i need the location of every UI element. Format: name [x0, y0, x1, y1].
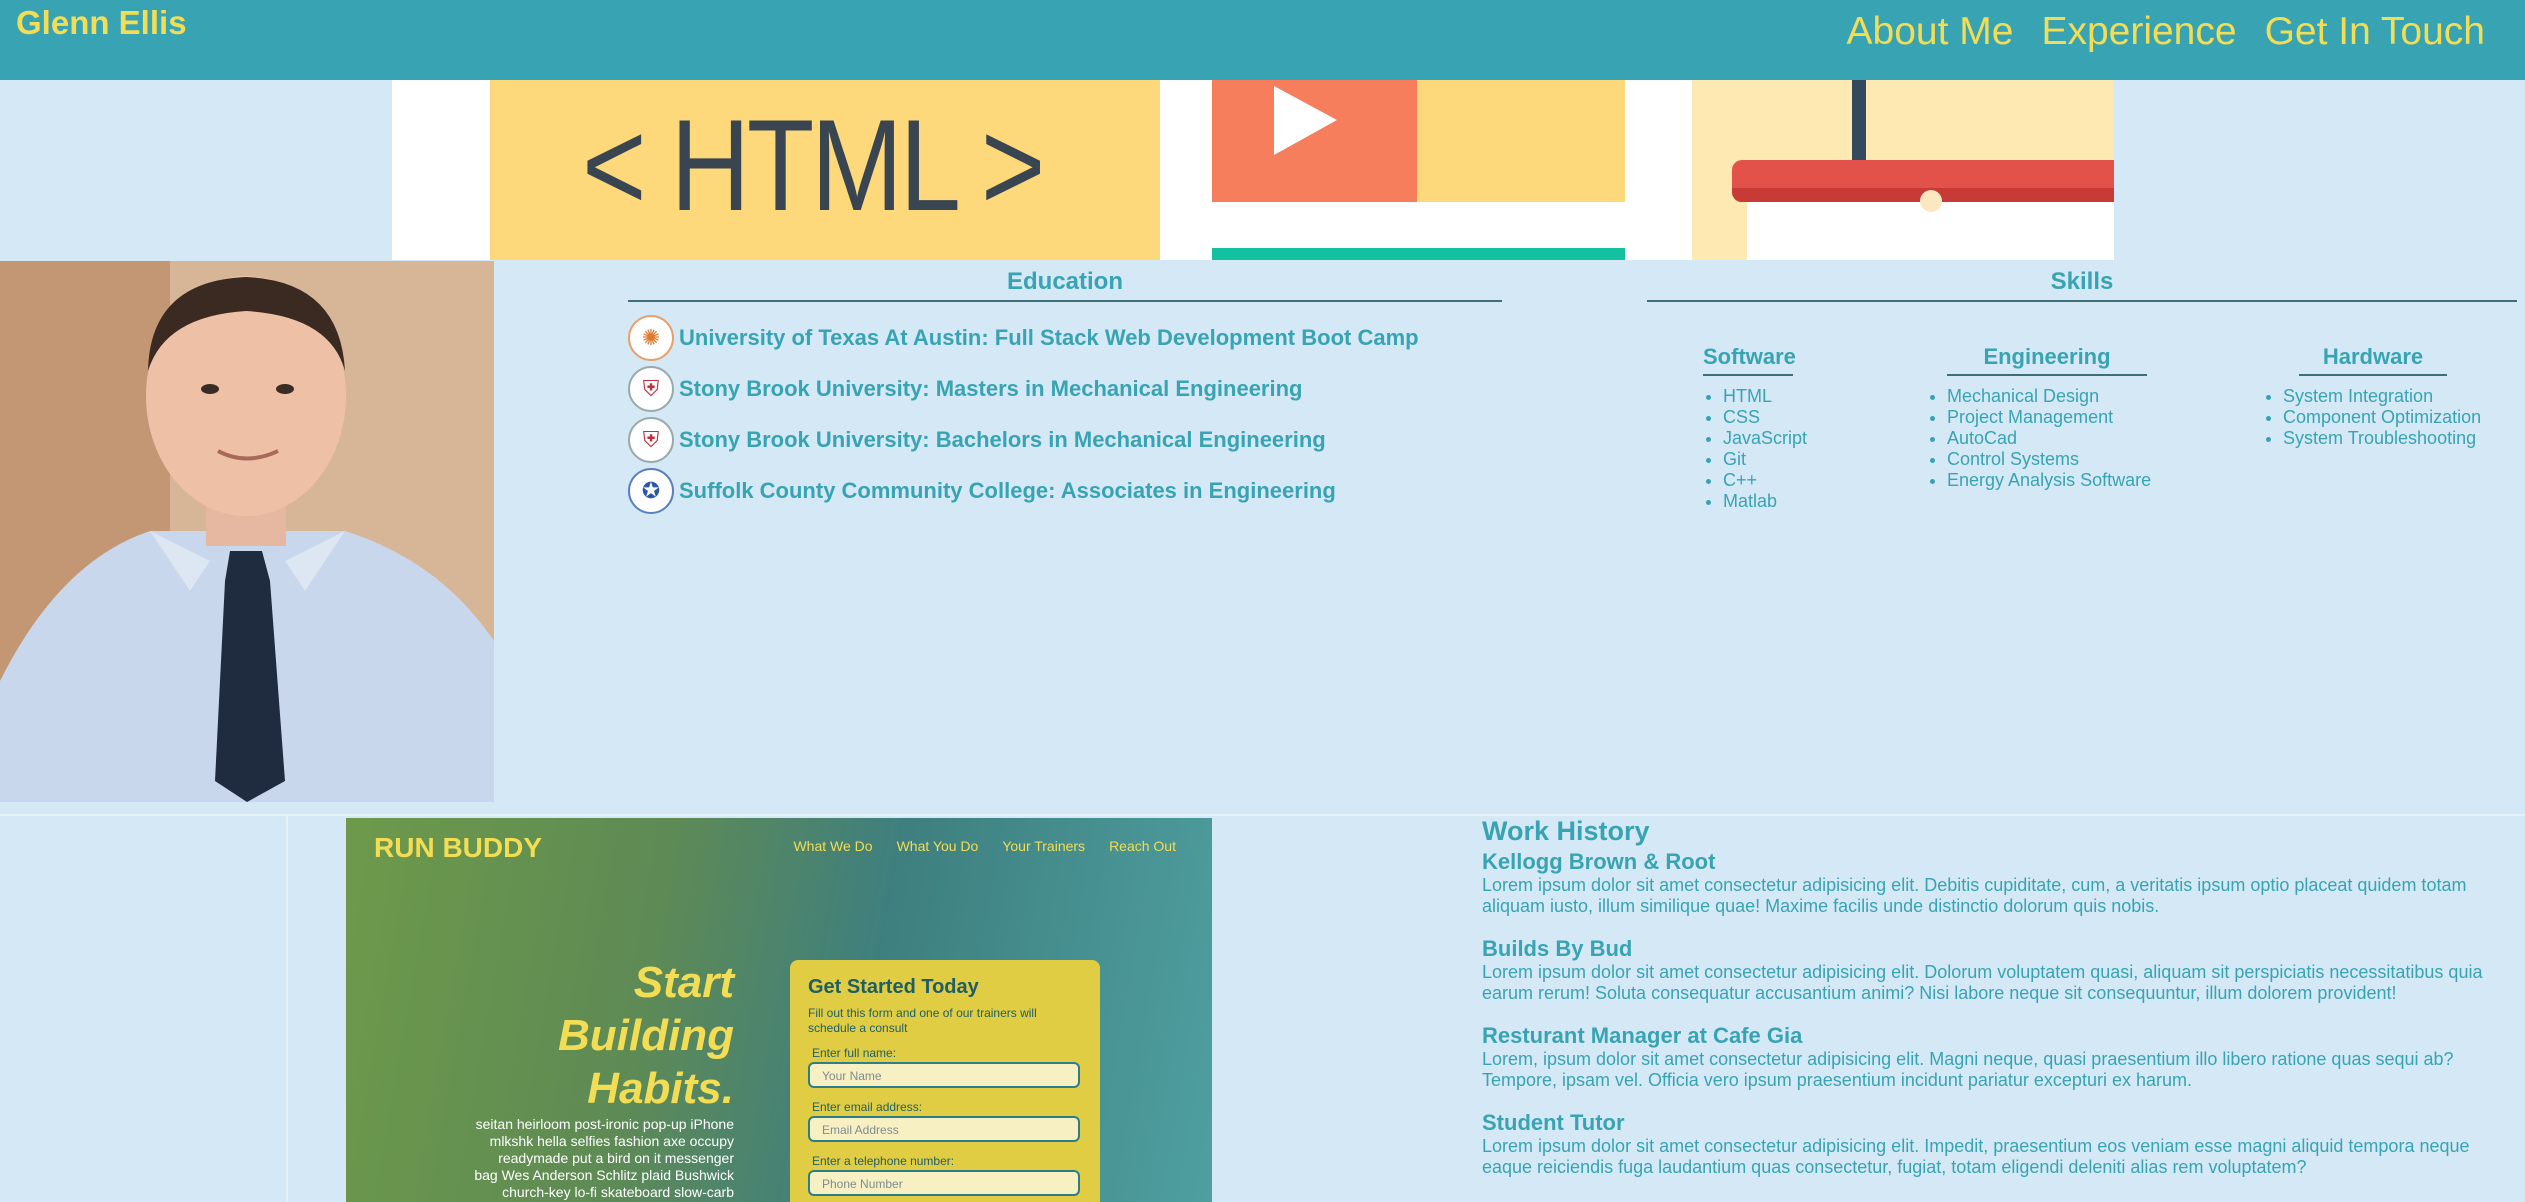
person-portrait-image: [0, 261, 494, 802]
job-entry: Kellogg Brown & Root Lorem ipsum dolor s…: [1482, 849, 2502, 917]
skill-item: Energy Analysis Software: [1947, 470, 2167, 491]
education-section: Education ✺ University of Texas At Austi…: [628, 268, 1502, 516]
skills-column-software: Software HTML CSS JavaScript Git C++ Mat…: [1703, 344, 1807, 512]
skill-item: Control Systems: [1947, 449, 2167, 470]
banner-play-panel: [1212, 80, 1417, 202]
stony-brook-seal-icon: ⛨: [628, 416, 674, 463]
project-form-label: Enter full name:: [812, 1046, 897, 1060]
skills-column-title: Engineering: [1947, 344, 2147, 376]
project-hero-line: Building: [558, 1011, 734, 1060]
project-title: RUN BUDDY: [374, 832, 542, 863]
skills-column-title: Software: [1703, 344, 1796, 376]
skill-item: Matlab: [1723, 491, 1793, 512]
project-nav-item: What We Do: [793, 838, 873, 854]
project-hero-text-line: bag Wes Anderson Schlitz plaid Bushwick: [474, 1167, 734, 1183]
project-nav-item: Your Trainers: [1002, 838, 1086, 854]
ut-austin-seal-icon: ✺: [628, 314, 674, 361]
education-item-label: University of Texas At Austin: Full Stac…: [679, 324, 1419, 350]
banner-knob: [1920, 190, 1942, 212]
project-hero-text-line: mlkshk hella selfies fashion axe occupy: [489, 1133, 734, 1149]
job-title: Builds By Bud: [1482, 936, 1633, 961]
nav-get-in-touch[interactable]: Get In Touch: [2265, 10, 2485, 54]
skill-item: JavaScript: [1723, 428, 1807, 449]
project-nav: What We Do What You Do Your Trainers Rea…: [793, 838, 1176, 854]
skills-column-engineering: Engineering Mechanical Design Project Ma…: [1927, 344, 2167, 491]
project-form-subtext: Fill out this form and one of our traine…: [808, 1006, 1037, 1035]
job-description: Lorem ipsum dolor sit amet consectetur a…: [1482, 962, 2483, 1003]
education-title: Education: [628, 268, 1502, 302]
banner-html-text: < HTML >: [582, 92, 1045, 238]
project-nav-item: What You Do: [896, 838, 979, 854]
skills-list: System Integration Component Optimizatio…: [2263, 386, 2483, 449]
site-header: Glenn Ellis About Me Experience Get In T…: [0, 0, 2525, 80]
banner-yellow-panel-2: [1417, 80, 1625, 202]
job-title: Kellogg Brown & Root: [1482, 849, 1716, 874]
site-brand[interactable]: Glenn Ellis: [16, 4, 187, 42]
suffolk-seal-icon: ✪: [628, 467, 674, 514]
project-hero-heading: Start Building Habits.: [496, 956, 734, 1115]
skill-item: HTML: [1723, 386, 1793, 407]
job-entry: Resturant Manager at Cafe Gia Lorem, ips…: [1482, 1023, 2502, 1091]
education-item: ⛨ Stony Brook University: Masters in Mec…: [628, 363, 1502, 414]
main-nav: About Me Experience Get In Touch: [1847, 10, 2486, 54]
education-item: ⛨ Stony Brook University: Bachelors in M…: [628, 414, 1502, 465]
education-item: ✪ Suffolk County Community College: Asso…: [628, 465, 1502, 516]
hero-banner-image: < HTML >: [392, 80, 2114, 260]
project-hero-text-line: readymade put a bird on it messenger: [498, 1150, 734, 1166]
job-entry: Builds By Bud Lorem ipsum dolor sit amet…: [1482, 936, 2502, 1004]
skills-list: HTML CSS JavaScript Git C++ Matlab: [1703, 386, 1807, 512]
banner-green-bar: [1212, 248, 1625, 260]
job-description: Lorem, ipsum dolor sit amet consectetur …: [1482, 1049, 2454, 1090]
job-description: Lorem ipsum dolor sit amet consectetur a…: [1482, 1136, 2470, 1177]
nav-experience[interactable]: Experience: [2041, 10, 2236, 54]
skill-item: AutoCad: [1947, 428, 2167, 449]
work-history-section: Work History Kellogg Brown & Root Lorem …: [1482, 816, 2502, 1197]
education-item-label: Suffolk County Community College: Associ…: [679, 477, 1336, 503]
project-form-heading: Get Started Today: [808, 976, 979, 998]
project-nav-item: Reach Out: [1109, 838, 1176, 854]
skills-list: Mechanical Design Project Management Aut…: [1927, 386, 2167, 491]
profile-photo: [0, 261, 494, 802]
project-signup-form: Get Started Today Fill out this form and…: [790, 960, 1100, 1202]
skill-item: Project Management: [1947, 407, 2167, 428]
project-form-label: Enter email address:: [812, 1100, 923, 1114]
project-form-label: Enter a telephone number:: [812, 1154, 955, 1168]
project-form-email-field: Email Address: [808, 1116, 1080, 1142]
stony-brook-seal-icon: ⛨: [628, 365, 674, 412]
project-screenshot-run-buddy[interactable]: RUN BUDDY What We Do What You Do Your Tr…: [346, 818, 1212, 1202]
play-icon: [1274, 86, 1337, 155]
skills-column-hardware: Hardware System Integration Component Op…: [2263, 344, 2483, 449]
skills-section: Skills Software HTML CSS JavaScript Git …: [1647, 268, 2517, 522]
skills-columns: Software HTML CSS JavaScript Git C++ Mat…: [1647, 302, 2517, 522]
section-vertical-divider: [286, 816, 288, 1202]
education-item-label: Stony Brook University: Bachelors in Mec…: [679, 426, 1326, 452]
banner-post: [1852, 80, 1866, 160]
skill-item: Component Optimization: [2283, 407, 2483, 428]
skill-item: System Integration: [2283, 386, 2483, 407]
job-title: Resturant Manager at Cafe Gia: [1482, 1023, 1803, 1048]
project-hero-line: Habits.: [587, 1064, 734, 1113]
education-item-label: Stony Brook University: Masters in Mecha…: [679, 375, 1303, 401]
education-list: ✺ University of Texas At Austin: Full St…: [628, 312, 1502, 516]
skills-column-title: Hardware: [2299, 344, 2447, 376]
project-hero-line: Start: [633, 958, 734, 1007]
skill-item: CSS: [1723, 407, 1793, 428]
skills-title: Skills: [1647, 268, 2517, 302]
skill-item: Mechanical Design: [1947, 386, 2167, 407]
project-form-phone-field: Phone Number: [808, 1170, 1080, 1196]
skill-item: System Troubleshooting: [2283, 428, 2483, 449]
job-title: Student Tutor: [1482, 1110, 1625, 1135]
skill-item: Git: [1723, 449, 1793, 470]
project-hero-text-line: church-key lo-fi skateboard slow-carb: [502, 1184, 734, 1200]
work-history-title: Work History: [1482, 816, 1650, 846]
project-hero-text: seitan heirloom post-ironic pop-up iPhon…: [456, 1116, 734, 1201]
skill-item: C++: [1723, 470, 1793, 491]
job-description: Lorem ipsum dolor sit amet consectetur a…: [1482, 875, 2467, 916]
nav-about-me[interactable]: About Me: [1847, 10, 2014, 54]
project-form-name-field: Your Name: [808, 1062, 1080, 1088]
job-entry: Student Tutor Lorem ipsum dolor sit amet…: [1482, 1110, 2502, 1178]
project-hero-text-line: seitan heirloom post-ironic pop-up iPhon…: [475, 1116, 734, 1132]
education-item: ✺ University of Texas At Austin: Full St…: [628, 312, 1502, 363]
